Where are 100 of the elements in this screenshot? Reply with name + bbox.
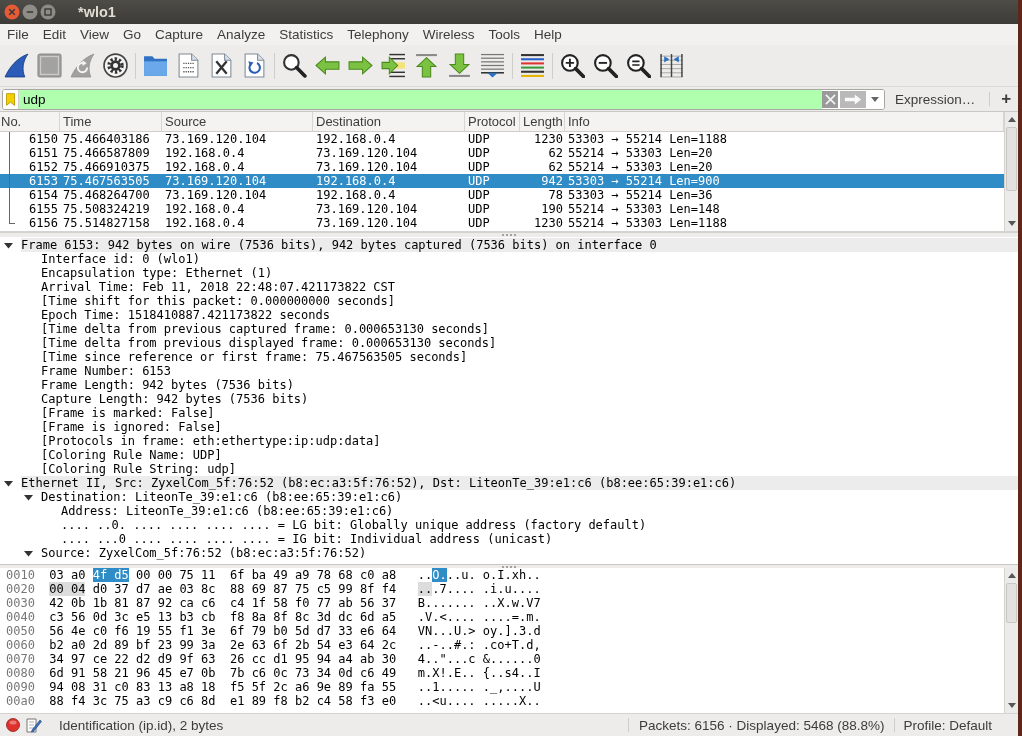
- menu-item[interactable]: Tools: [481, 25, 527, 44]
- ascii-text[interactable]: &......0: [482, 652, 541, 666]
- ascii-text[interactable]: .....X..: [482, 694, 541, 708]
- tree-item[interactable]: [Coloring Rule Name: UDP]: [41, 448, 222, 462]
- ascii-text[interactable]: m.X!.E..: [417, 666, 476, 680]
- close-icon[interactable]: [4, 4, 20, 20]
- tree-item[interactable]: [Time since reference or first frame: 75.467563505 seconds]: [41, 350, 468, 364]
- tree-item[interactable]: Epoch Time: 1518410887.421173822 seconds: [41, 308, 330, 322]
- tree-item[interactable]: .... ...0 .... .... .... .... = IG bit: Individual address (unicast): [61, 532, 553, 546]
- ascii-text[interactable]: ..: [417, 582, 433, 596]
- tree-item[interactable]: [Time delta from previous captured frame: 0.000653130 seconds]: [41, 322, 489, 336]
- hex-bytes[interactable]: 88 69 87 75 c5 99 8f f4: [229, 582, 397, 596]
- maximize-icon[interactable]: [40, 4, 56, 20]
- tree-item[interactable]: Ethernet II, Src: ZyxelCom_5f:76:52 (b8:ec:a3:5f:76:52), Dst: LiteonTe_39:e1:c6 (b8:ee:65:39:e1:c6): [21, 476, 1018, 490]
- menu-item[interactable]: Edit: [35, 25, 74, 44]
- hex-bytes[interactable]: 6d 91 58 21 96 45 e7 0b: [49, 666, 216, 680]
- hex-bytes[interactable]: 7b c6 0c 73 34 0d c6 49: [229, 666, 397, 680]
- hex-bytes[interactable]: 6f ba 49 a9 78 68 c0 a8: [229, 568, 397, 582]
- column-header[interactable]: Length: [520, 112, 565, 131]
- ascii-text[interactable]: VN...U.>: [417, 624, 476, 638]
- packet-row[interactable]: 6153 75.467563505 73.169.120.104 192.168.0.4 UDP 942 53303 → 55214 Len=900: [0, 174, 1004, 188]
- menu-item[interactable]: Statistics: [272, 25, 341, 44]
- menu-item[interactable]: Go: [116, 25, 149, 44]
- column-header[interactable]: No.: [0, 112, 60, 131]
- ascii-text[interactable]: 4.."...c: [417, 652, 476, 666]
- hex-bytes[interactable]: 00 00 75 11: [136, 568, 216, 582]
- tree-item[interactable]: Frame Length: 942 bytes (7536 bits): [41, 378, 294, 392]
- hex-bytes[interactable]: 34 97 ce 22 d2 d9 9f 63: [49, 652, 216, 666]
- column-header[interactable]: Destination: [313, 112, 465, 131]
- status-dot-icon[interactable]: [6, 718, 20, 732]
- tree-item[interactable]: Source: ZyxelCom_5f:76:52 (b8:ec:a3:5f:76:52): [41, 546, 367, 560]
- tree-item[interactable]: [Time shift for this packet: 0.000000000 seconds]: [41, 294, 395, 308]
- hex-bytes[interactable]: 00 04: [49, 582, 86, 596]
- ascii-text[interactable]: ..-..#.:: [417, 638, 476, 652]
- minimize-icon[interactable]: [22, 4, 38, 20]
- tree-item[interactable]: [Frame is marked: False]: [41, 406, 215, 420]
- tree-item[interactable]: Capture Length: 942 bytes (7536 bits): [41, 392, 309, 406]
- ascii-text[interactable]: ..<u....: [417, 694, 476, 708]
- tree-item[interactable]: Interface id: 0 (wlo1): [41, 252, 200, 266]
- ascii-text[interactable]: .i.u....: [482, 582, 541, 596]
- scrollbar[interactable]: [1004, 112, 1018, 231]
- scroll-down-arrow-icon[interactable]: [1007, 703, 1016, 708]
- tree-item[interactable]: Frame Number: 6153: [41, 364, 172, 378]
- hex-bytes[interactable]: c3 56 0d 3c e5 13 b3 cb: [49, 610, 216, 624]
- ascii-text[interactable]: .V.<....: [417, 610, 476, 624]
- column-header[interactable]: Time: [60, 112, 162, 131]
- ascii-text[interactable]: ..: [417, 568, 433, 582]
- caret-down-icon[interactable]: [24, 492, 33, 502]
- scroll-up-arrow-icon[interactable]: [1007, 117, 1016, 122]
- scrollbar-thumb[interactable]: [1006, 583, 1017, 623]
- scrollbar-thumb[interactable]: [1006, 127, 1017, 191]
- scrollbar[interactable]: [1004, 568, 1018, 713]
- add-filter-button[interactable]: +: [997, 89, 1016, 109]
- hex-bytes[interactable]: 4f d5: [92, 568, 129, 582]
- ascii-text[interactable]: O.: [432, 568, 447, 582]
- menu-item[interactable]: Wireless: [415, 25, 482, 44]
- hex-bytes[interactable]: e1 89 f8 b2 c4 58 f3 e0: [229, 694, 397, 708]
- hex-bytes[interactable]: c4 1f 58 f0 77 ab 56 37: [229, 596, 397, 610]
- hex-bytes[interactable]: 2e 63 6f 2b 54 e3 64 2c: [229, 638, 397, 652]
- hex-bytes[interactable]: 56 4e c0 f6 19 55 f1 3e: [49, 624, 216, 638]
- ascii-text[interactable]: ..u.: [446, 568, 476, 582]
- ascii-text[interactable]: ..X.w.V7: [482, 596, 541, 610]
- menu-item[interactable]: Capture: [148, 25, 211, 44]
- column-header[interactable]: Protocol: [465, 112, 520, 131]
- ascii-text[interactable]: .7....: [432, 582, 476, 596]
- ascii-text[interactable]: oy.].3.d: [482, 624, 541, 638]
- ascii-text[interactable]: ._,....U: [482, 680, 541, 694]
- menu-item[interactable]: Analyze: [210, 25, 273, 44]
- hex-bytes[interactable]: 03 a0: [49, 568, 86, 582]
- hex-bytes[interactable]: f5 5f 2c a6 9e 89 fa 55: [229, 680, 397, 694]
- hex-bytes[interactable]: 6f 79 b0 5d d7 33 e6 64: [229, 624, 397, 638]
- profile-text[interactable]: Profile: Default: [895, 717, 992, 733]
- tree-item[interactable]: Frame 6153: 942 bytes on wire (7536 bits), 942 bytes captured (7536 bits) on interface 0: [21, 238, 1018, 252]
- tree-item[interactable]: Arrival Time: Feb 11, 2018 22:48:07.421173822 CST: [41, 280, 395, 294]
- hex-bytes[interactable]: b2 a0 2d 89 bf 23 99 3a: [49, 638, 216, 652]
- ascii-text[interactable]: B.......: [417, 596, 476, 610]
- hex-bytes[interactable]: 42 0b 1b 81 87 92 ca c6: [49, 596, 216, 610]
- tree-item[interactable]: [Coloring Rule String: udp]: [41, 462, 237, 476]
- hex-bytes[interactable]: 94 08 31 c0 83 13 a8 18: [49, 680, 216, 694]
- tree-item[interactable]: [Frame is ignored: False]: [41, 420, 222, 434]
- pencil-note-icon[interactable]: [26, 717, 42, 733]
- tree-item[interactable]: Destination: LiteonTe_39:e1:c6 (b8:ee:65:39:e1:c6): [41, 490, 403, 504]
- ascii-text[interactable]: {..s4..I: [482, 666, 541, 680]
- tree-item[interactable]: [Protocols in frame: eth:ethertype:ip:udp:data]: [41, 434, 381, 448]
- hex-bytes[interactable]: 26 cc d1 95 94 a4 ab 30: [229, 652, 397, 666]
- column-header[interactable]: Source: [162, 112, 313, 131]
- expression-button[interactable]: Expression…: [892, 89, 979, 109]
- menu-item[interactable]: Telephony: [340, 25, 416, 44]
- tree-item[interactable]: .... ..0. .... .... .... .... = LG bit: Globally unique address (factory default): [61, 518, 647, 532]
- ascii-text[interactable]: ....=.m.: [482, 610, 541, 624]
- hex-bytes[interactable]: f8 8a 8f 8c 3d dc 6d a5: [229, 610, 397, 624]
- caret-down-icon[interactable]: [4, 478, 13, 488]
- scroll-up-arrow-icon[interactable]: [1007, 573, 1016, 578]
- caret-down-icon[interactable]: [24, 548, 33, 558]
- menu-item[interactable]: File: [0, 25, 36, 44]
- hex-bytes[interactable]: 88 f4 3c 75 a3 c9 c6 8d: [49, 694, 216, 708]
- menu-item[interactable]: View: [73, 25, 117, 44]
- tree-item[interactable]: Address: LiteonTe_39:e1:c6 (b8:ee:65:39:e1:c6): [61, 504, 394, 518]
- ascii-text[interactable]: .co+T.d,: [482, 638, 541, 652]
- caret-down-icon[interactable]: [4, 240, 13, 250]
